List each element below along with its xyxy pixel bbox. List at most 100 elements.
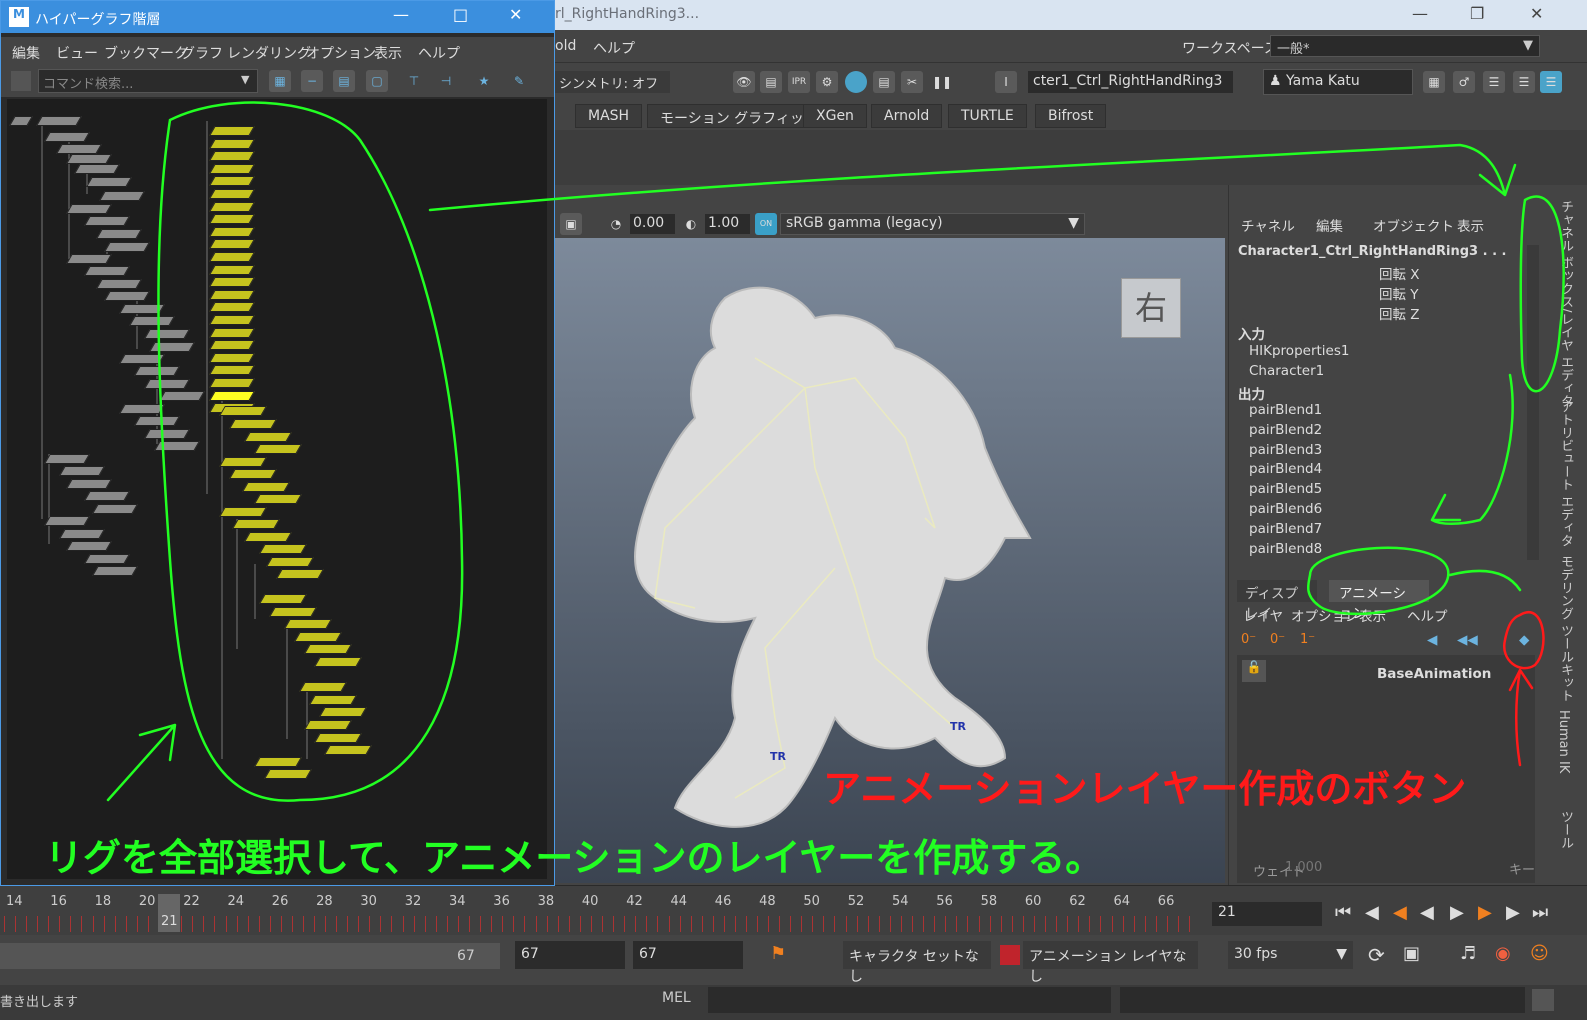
hierarchy-node[interactable] [144,379,190,389]
hierarchy-node[interactable] [149,342,195,352]
loop-icon[interactable]: ⟳ [1368,943,1385,967]
output-item[interactable]: pairBlend3 [1249,442,1322,458]
hierarchy-node[interactable] [134,366,180,376]
hg-input-connections-icon[interactable]: ⊤ [403,70,425,92]
gamma-field[interactable]: 1.00 [705,214,750,234]
options-menu[interactable]: オプション [1291,605,1359,625]
tab-mash[interactable]: MASH [575,104,643,128]
selected-joint-node[interactable] [254,757,302,767]
menu-item-help[interactable]: ヘルプ [593,38,635,58]
color-management-icon[interactable]: ON [755,213,777,235]
hg-bookmark-icon[interactable]: ★ [473,70,495,92]
hierarchy-node[interactable] [104,242,150,252]
selected-joint-node[interactable] [314,733,362,743]
channel-box-icon[interactable]: ☰ [1540,71,1562,93]
selected-joint-node[interactable] [209,201,255,212]
command-search-input[interactable]: コマンド検索... ▼ [38,69,258,93]
hierarchy-node[interactable] [154,441,200,451]
hg-scene-hierarchy-icon[interactable]: ▦ [269,70,291,92]
output-item[interactable]: pairBlend8 [1249,541,1322,557]
preferences-icon[interactable]: ☺ [1530,943,1549,964]
hg-output-connections-icon[interactable]: ⊣ [435,70,457,92]
hierarchy-node[interactable] [56,144,102,154]
help-menu[interactable]: ヘルプ [1407,605,1448,625]
selected-joint-node[interactable] [209,327,255,338]
hierarchy-node[interactable] [84,216,130,226]
selected-joint-node[interactable] [229,469,277,479]
hg-menu-view[interactable]: ビュー [56,43,98,63]
selected-joint-node[interactable] [209,277,255,288]
step-back-icon[interactable]: ◀ [1365,902,1379,923]
hg-menu-rendering[interactable]: レンダリング [227,43,311,63]
display-menu[interactable]: 表示 [1359,605,1386,625]
channel-rotate-z-label[interactable]: 回転 Z [1379,303,1420,323]
script-language-toggle[interactable]: MEL [662,990,691,1006]
selected-joint-node[interactable] [209,126,255,136]
hg-menu-edit[interactable]: 編集 [12,43,40,63]
hierarchy-node[interactable] [84,554,130,564]
arnold-render-icon[interactable]: ▤ [873,71,895,93]
hierarchy-node[interactable] [59,529,105,539]
selected-joint-node[interactable] [209,176,255,187]
hierarchy-node[interactable] [104,291,150,301]
selected-joint-node[interactable] [219,457,267,467]
hg-expand-icon[interactable]: ▤ [333,70,355,92]
hierarchy-node[interactable] [66,254,112,264]
selected-joint-node[interactable] [209,365,255,376]
human-ik-icon[interactable]: ♂ [1453,71,1475,93]
hg-menu-bookmark[interactable]: ブックマーク [104,43,188,63]
anim-end-field[interactable]: 67 [633,941,743,969]
channel-scrollbar[interactable] [1527,245,1539,560]
selected-joint-node[interactable] [232,519,280,529]
selected-joint-node[interactable] [304,720,352,730]
play-forward-icon[interactable]: ▶ [1450,902,1464,923]
hierarchy-node[interactable] [66,204,112,214]
hierarchy-node[interactable] [119,304,165,314]
anim-layer-select[interactable]: アニメーション レイヤなし [1023,941,1198,985]
input-item[interactable]: Character1 [1249,363,1324,379]
move-layer-up-icon[interactable]: ◀ [1427,632,1437,648]
hierarchy-node[interactable] [96,279,142,289]
hierarchy-node[interactable] [66,479,112,489]
selected-joint-node[interactable] [209,390,255,401]
pause-icon[interactable]: ❚❚ [931,71,953,93]
selected-joint-node[interactable] [219,406,267,416]
selected-joint-node[interactable] [319,707,367,717]
hierarchy-node[interactable] [144,429,190,439]
layer-menu[interactable]: レイヤ [1243,605,1283,625]
hierarchy-node[interactable] [36,116,82,126]
tab-arnold[interactable]: Arnold [871,104,943,128]
selected-joint-node[interactable] [219,507,267,517]
render-view-icon[interactable]: 👁 [733,71,755,93]
hierarchy-node[interactable] [119,404,165,414]
selected-joint-node[interactable] [244,432,292,442]
close-icon[interactable]: ✕ [509,5,522,24]
attribute-editor-icon[interactable]: ☰ [1483,71,1505,93]
key-button[interactable]: キー [1509,859,1535,878]
tool-settings-icon[interactable]: ☰ [1513,71,1535,93]
hierarchy-node[interactable] [74,164,120,174]
minimize-icon[interactable]: — [1412,4,1428,23]
selected-joint-node[interactable] [209,239,255,250]
sound-icon[interactable]: ♬ [1460,943,1476,964]
color-space-select[interactable]: sRGB gamma (legacy) ▼ [780,213,1085,235]
exposure-icon[interactable]: ◔ [605,213,627,235]
selected-joint-node[interactable] [209,352,255,363]
selected-joint-node[interactable] [209,340,255,351]
ipr-render-icon[interactable]: IPR [788,71,810,93]
hierarchy-node[interactable] [44,454,90,464]
layer-base-animation[interactable]: BaseAnimation [1377,666,1491,682]
selected-joint-node[interactable] [209,264,255,275]
weight-field[interactable]: 1.000 [1285,860,1322,875]
zero-key-weight-icon[interactable]: 0⁻ [1270,632,1285,647]
move-layer-down-icon[interactable]: ◀◀ [1457,632,1478,648]
rename-field-icon[interactable]: I [995,71,1017,93]
prev-key-icon[interactable]: ◀ [1393,902,1407,923]
script-editor-icon[interactable] [1532,989,1554,1011]
hierarchy-node[interactable] [159,391,205,401]
hierarchy-node[interactable] [99,191,145,201]
selected-joint-node[interactable] [259,544,307,554]
selected-joint-node[interactable] [309,695,357,705]
tab-attribute-editor[interactable]: アトリビュート エディタ [1556,400,1575,547]
go-to-start-icon[interactable]: ⏮ [1335,902,1351,923]
